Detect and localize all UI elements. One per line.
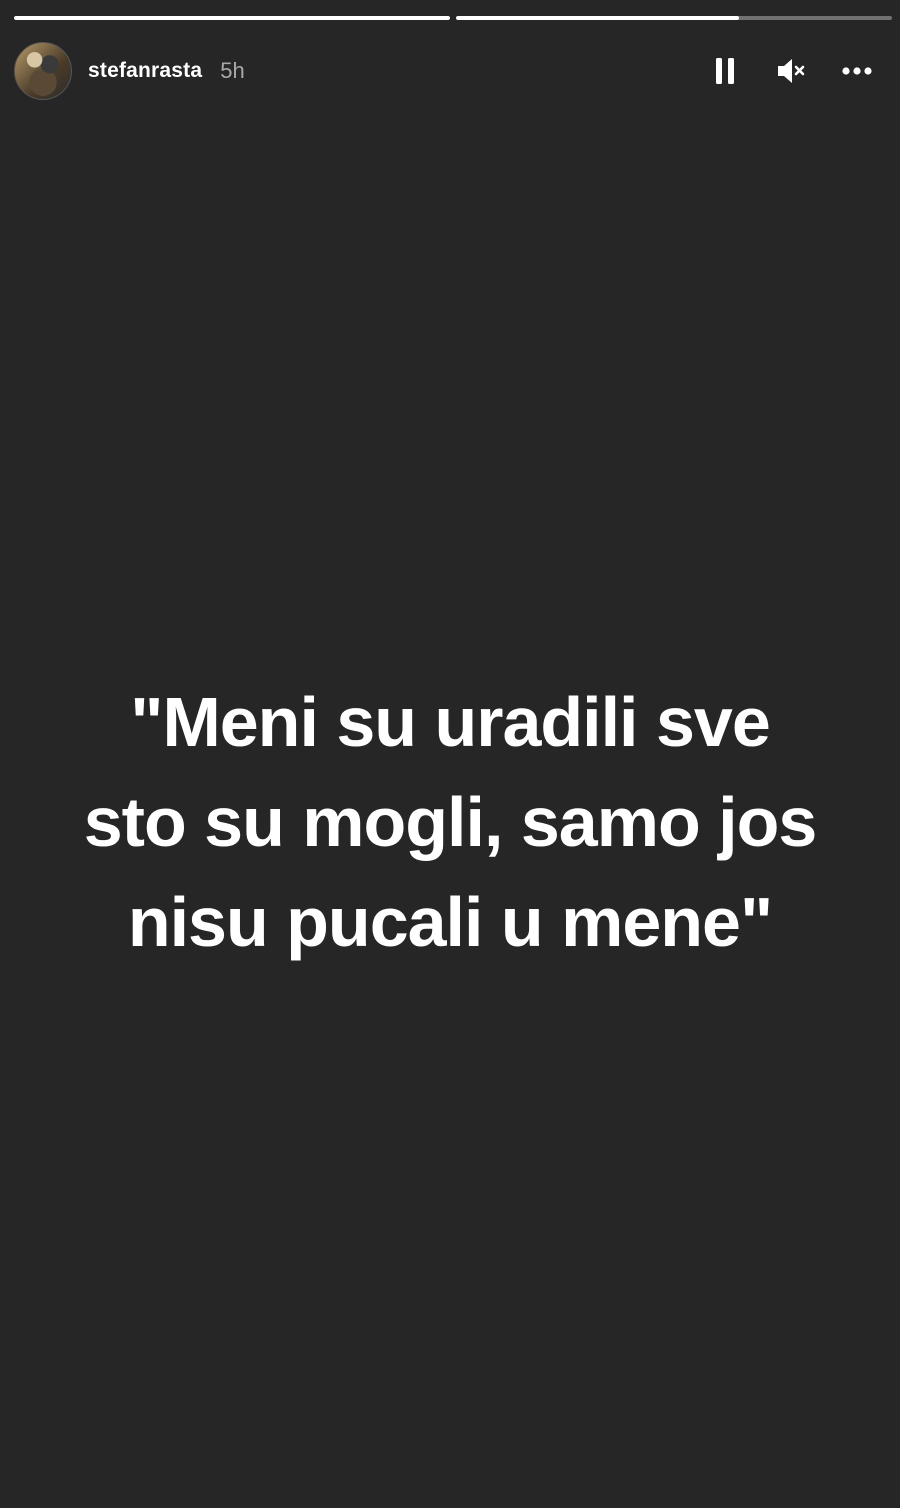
story-text-line-1: "Meni su uradili sve xyxy=(130,683,771,761)
story-text-line-3: nisu pucali u mene" xyxy=(127,883,773,961)
speaker-muted-icon xyxy=(778,59,805,83)
story-quote-text: "Meni su uradili sve sto su mogli, samo … xyxy=(0,672,900,972)
pause-button[interactable] xyxy=(710,56,740,86)
story-progress-bars xyxy=(14,16,892,20)
mute-button[interactable] xyxy=(776,56,806,86)
story-text-line-2: sto su mogli, samo jos xyxy=(83,783,818,861)
pause-icon xyxy=(716,58,734,84)
story-progress-segment-1 xyxy=(14,16,450,20)
more-horizontal-icon xyxy=(842,67,872,75)
story-progress-segment-2 xyxy=(456,16,892,20)
avatar[interactable] xyxy=(14,42,72,100)
story-progress-fill-2 xyxy=(456,16,740,20)
story-header: stefanrasta 5h xyxy=(14,42,886,100)
more-options-button[interactable] xyxy=(842,56,872,86)
story-controls xyxy=(710,56,886,86)
timestamp: 5h xyxy=(220,58,245,83)
username[interactable]: stefanrasta xyxy=(88,59,202,83)
story-progress-fill-1 xyxy=(14,16,450,20)
